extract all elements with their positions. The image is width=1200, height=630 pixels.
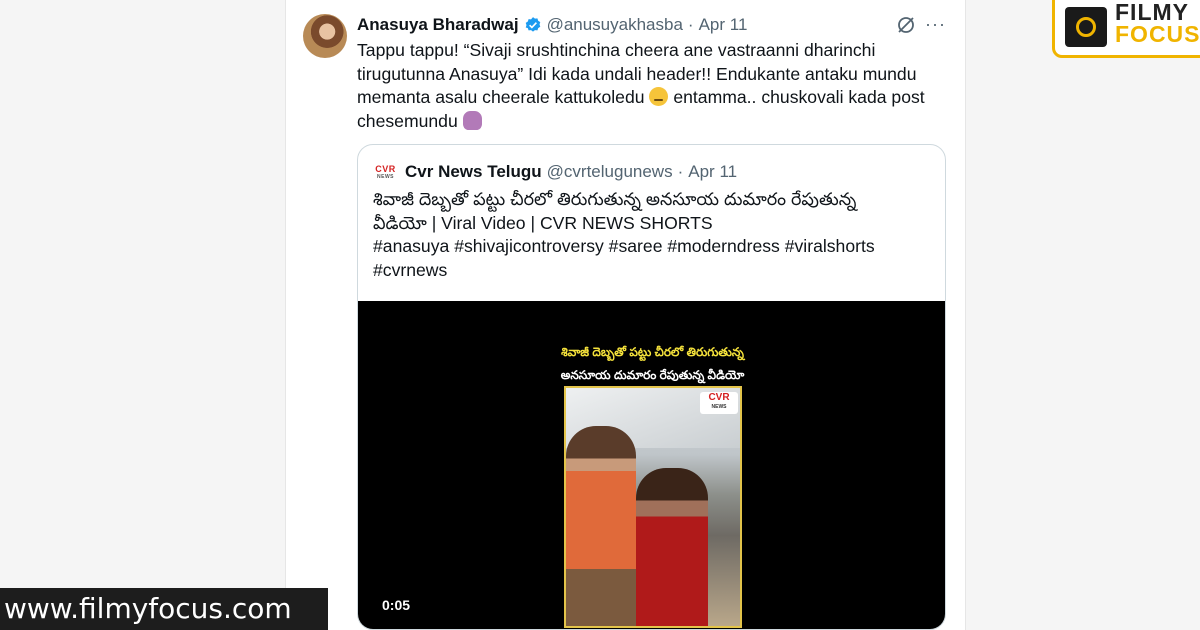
- quote-text-line1: శివాజీ దెబ్బతో పట్టు చీరలో తిరుగుతున్న అ…: [373, 189, 857, 209]
- video-player[interactable]: శివాజీ దెబ్బతో పట్టు చీరలో తిరుగుతున్న అ…: [358, 301, 945, 629]
- video-logo-subtext: NEWS: [711, 404, 727, 410]
- cvr-logo-text: CVR: [375, 164, 396, 174]
- camera-lens-icon: [1065, 7, 1107, 47]
- quote-text-line3: #anasuya #shivajicontroversy #saree #mod…: [373, 236, 875, 256]
- verified-badge-icon: [524, 16, 542, 34]
- video-caption-line1: శివాజీ దెబ్బతో పట్టు చీరలో తిరుగుతున్న: [561, 345, 744, 359]
- woman-facepalming-icon: [462, 110, 482, 130]
- video-person-woman: [636, 468, 708, 626]
- site-url-watermark: www.filmyfocus.com: [0, 588, 328, 630]
- quote-author-handle[interactable]: @cvrtelugunews: [547, 162, 673, 182]
- more-options-icon[interactable]: ···: [925, 14, 946, 35]
- video-person-man: [566, 426, 636, 626]
- logo-text: FILMY FOCUS: [1115, 1, 1200, 47]
- quote-author-name[interactable]: Cvr News Telugu: [405, 162, 542, 182]
- filmy-focus-logo: FILMY FOCUS: [1052, 0, 1200, 58]
- tweet-date[interactable]: Apr 11: [699, 15, 748, 35]
- quote-header: Cvr News Telugu @cvrtelugunews · Apr 11: [405, 162, 737, 182]
- quote-date[interactable]: Apr 11: [688, 162, 737, 182]
- video-caption-line2: అనసూయ దుమారం రేపుతున్న వీడియో: [560, 368, 745, 382]
- logo-line2: FOCUS: [1115, 21, 1200, 47]
- page-background-left: [0, 0, 285, 630]
- tweet-text: Tappu tappu! “Sivaji srushtinchina cheer…: [357, 39, 947, 133]
- video-frame[interactable]: CVR NEWS: [564, 386, 742, 628]
- grok-icon[interactable]: [896, 15, 916, 35]
- quoted-tweet[interactable]: CVR NEWS Cvr News Telugu @cvrtelugunews …: [357, 144, 946, 630]
- cvr-logo-subtext: NEWS: [377, 174, 394, 180]
- quote-text-line2: వీడియో | Viral Video | CVR NEWS SHORTS: [373, 212, 713, 233]
- video-timestamp: 0:05: [382, 597, 411, 613]
- quote-separator: ·: [677, 162, 684, 181]
- tweet-header: Anasuya Bharadwaj @anusuyakhasba · Apr 1…: [357, 14, 747, 36]
- quote-text-line4: #cvrnews: [373, 259, 448, 280]
- author-avatar[interactable]: [303, 14, 347, 58]
- quote-text: శివాజీ దెబ్బతో పట్టు చీరలో తిరుగుతున్న అ…: [373, 188, 933, 282]
- page-background-right: [966, 0, 1200, 630]
- video-cvr-logo: CVR NEWS: [700, 392, 738, 414]
- face-with-rolling-eyes-icon: [649, 87, 669, 106]
- cvr-news-logo: CVR NEWS: [373, 164, 398, 180]
- video-logo-text: CVR: [708, 392, 730, 403]
- author-handle[interactable]: @anusuyakhasba: [547, 15, 683, 35]
- header-separator: ·: [687, 15, 694, 34]
- author-name[interactable]: Anasuya Bharadwaj: [357, 15, 519, 35]
